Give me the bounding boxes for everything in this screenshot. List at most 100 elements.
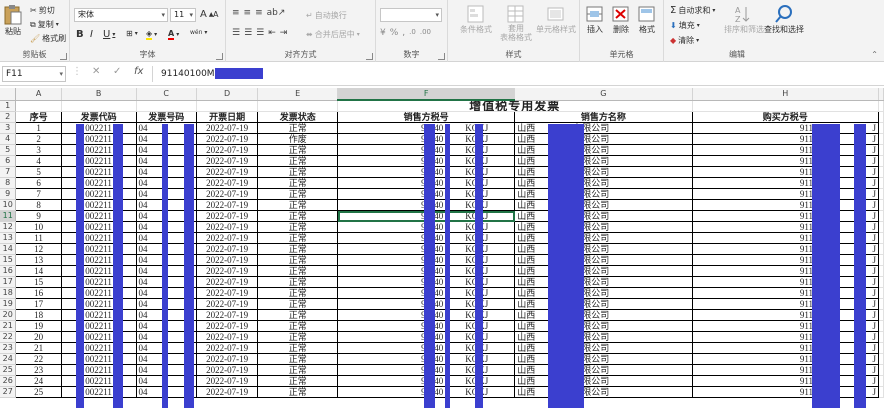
format-button[interactable]: 格式 [638,4,656,35]
invoice-status-cell[interactable]: 正常 [257,144,339,156]
buyer-tax-id-cell[interactable]: 911409J [692,353,880,365]
cell[interactable] [878,199,884,211]
buyer-tax-id-cell[interactable]: 911409J [692,210,880,222]
decrease-decimal-icon[interactable]: .00 [420,28,431,38]
row-header-13[interactable]: 13 [0,232,17,244]
cell[interactable] [878,122,884,134]
seq-cell[interactable]: 25 [15,386,62,398]
row-header-21[interactable]: 21 [0,320,17,332]
seller-name-cell[interactable]: 山西 有限公司 [514,287,693,299]
invoice-code-cell[interactable]: 002211 [61,210,137,222]
invoice-status-cell[interactable]: 正常 [257,342,339,354]
seller-name-cell[interactable]: 山西 有限公司 [514,221,693,233]
invoice-date-cell[interactable]: 2022-07-19 [196,155,259,167]
cell[interactable] [878,166,884,178]
seller-name-cell[interactable]: 山西 有限公司 [514,254,693,266]
invoice-status-cell[interactable]: 正常 [257,265,339,277]
seq-cell[interactable]: 2 [15,133,62,145]
autosum-button[interactable]: Σ 自动求和 ▾ [670,5,715,16]
cell[interactable] [878,298,884,310]
invoice-status-cell[interactable]: 正常 [257,320,339,332]
invoice-code-cell[interactable]: 002211 [61,144,137,156]
seq-cell[interactable]: 10 [15,221,62,233]
seq-cell[interactable]: 23 [15,364,62,376]
column-header-g[interactable]: G [514,88,693,101]
cell[interactable] [878,265,884,277]
bold-button[interactable]: B [76,29,84,40]
invoice-date-cell[interactable]: 2022-07-19 [196,122,259,134]
seq-cell[interactable]: 17 [15,298,62,310]
buyer-tax-id-cell[interactable]: 911409J [692,232,880,244]
clipboard-launcher[interactable] [60,53,67,60]
invoice-code-cell[interactable]: 002211 [61,386,137,398]
invoice-code-cell[interactable]: 002211 [61,276,137,288]
seq-cell[interactable]: 8 [15,199,62,211]
invoice-date-cell[interactable]: 2022-07-19 [196,287,259,299]
column-header-d[interactable]: D [196,88,259,101]
row-header-22[interactable]: 22 [0,331,17,343]
font-color-button[interactable]: A ▾ [168,29,179,40]
row-header-4[interactable]: 4 [0,133,17,145]
align-middle-icon[interactable]: ≡ [244,8,252,18]
paste-button[interactable]: 粘贴 [3,4,23,37]
seller-name-cell[interactable]: 山西 有限公司 [514,276,693,288]
invoice-status-cell[interactable]: 正常 [257,254,339,266]
align-left-icon[interactable]: ☰ [232,28,240,38]
invoice-code-cell[interactable]: 002211 [61,177,137,189]
cell[interactable] [878,331,884,343]
cell[interactable] [878,133,884,145]
buyer-tax-id-cell[interactable]: 911409J [692,342,880,354]
seller-name-cell[interactable]: 山西 有限公司 [514,232,693,244]
header-cell[interactable]: 购买方税号 [692,111,880,123]
invoice-code-cell[interactable]: 002211 [61,254,137,266]
seller-name-cell[interactable]: 山西 有限公司 [514,199,693,211]
seller-name-cell[interactable]: 山西 有限公司 [514,122,693,134]
invoice-code-cell[interactable]: 002211 [61,298,137,310]
delete-button[interactable]: 删除 [612,4,630,35]
seller-name-cell[interactable]: 山西 有限公司 [514,298,693,310]
invoice-status-cell[interactable]: 正常 [257,364,339,376]
invoice-status-cell[interactable]: 正常 [257,122,339,134]
row-header-14[interactable]: 14 [0,243,17,255]
invoice-status-cell[interactable]: 正常 [257,199,339,211]
invoice-status-cell[interactable]: 正常 [257,221,339,233]
invoice-code-cell[interactable]: 002211 [61,265,137,277]
buyer-tax-id-cell[interactable]: 911409J [692,364,880,376]
buyer-tax-id-cell[interactable]: 911409J [692,375,880,387]
seller-name-cell[interactable]: 山西 有限公司 [514,144,693,156]
insert-function-icon[interactable]: fx [134,66,143,77]
invoice-status-cell[interactable]: 正常 [257,243,339,255]
row-header-20[interactable]: 20 [0,309,17,321]
header-cell[interactable]: 发票状态 [257,111,339,123]
seq-cell[interactable]: 12 [15,243,62,255]
buyer-tax-id-cell[interactable]: 911409J [692,133,880,145]
invoice-status-cell[interactable]: 正常 [257,287,339,299]
seller-name-cell[interactable]: 山西 有限公司 [514,375,693,387]
cell[interactable] [878,353,884,365]
cell[interactable] [61,100,137,112]
row-header-16[interactable]: 16 [0,265,17,277]
grow-font-button[interactable]: A ▲ [200,9,213,20]
seller-name-cell[interactable]: 山西 有限公司 [514,331,693,343]
invoice-code-cell[interactable]: 002211 [61,188,137,200]
seller-name-cell[interactable]: 山西 有限公司 [514,364,693,376]
row-header-1[interactable]: 1 [0,100,17,112]
currency-icon[interactable]: ¥ [380,28,386,38]
row-header-6[interactable]: 6 [0,155,17,167]
invoice-status-cell[interactable]: 正常 [257,375,339,387]
cell[interactable] [15,100,62,112]
row-header-17[interactable]: 17 [0,276,17,288]
seller-name-cell[interactable]: 山西 有限公司 [514,210,693,222]
buyer-tax-id-cell[interactable]: 911409J [692,199,880,211]
seq-cell[interactable]: 4 [15,155,62,167]
increase-decimal-icon[interactable]: .0 [409,28,416,38]
buyer-tax-id-cell[interactable]: 911409J [692,166,880,178]
column-header-h[interactable]: H [692,88,880,101]
column-header-c[interactable]: C [136,88,197,101]
buyer-tax-id-cell[interactable]: 911409J [692,320,880,332]
cell[interactable] [878,188,884,200]
header-cell[interactable]: 销售方税号 [337,111,516,123]
align-center-icon[interactable]: ☰ [244,28,252,38]
invoice-status-cell[interactable]: 正常 [257,155,339,167]
row-header-2[interactable]: 2 [0,111,17,123]
